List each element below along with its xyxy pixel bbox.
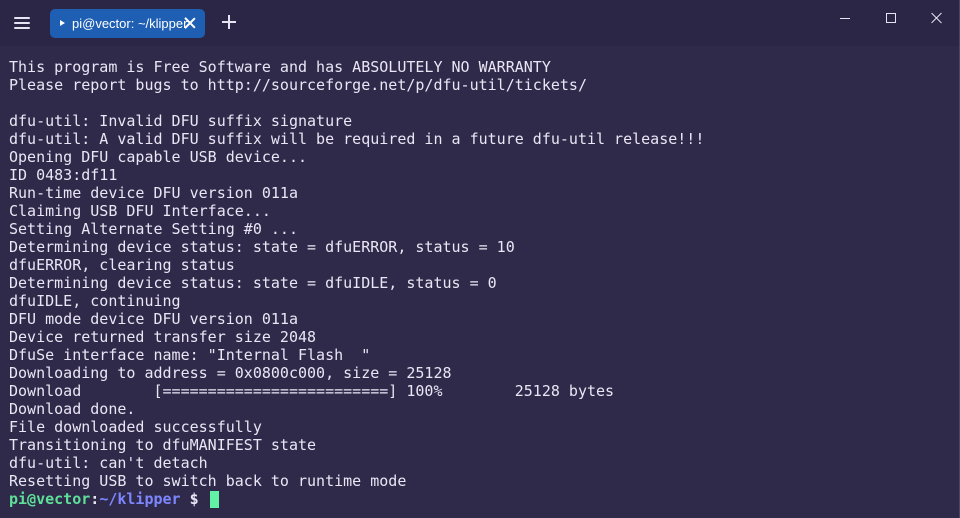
output-line: ID 0483:df11 xyxy=(9,166,118,184)
shell-prompt[interactable]: pi@vector:~/klipper $ xyxy=(9,490,949,508)
progress-line: Download [=========================] 100… xyxy=(9,382,615,400)
output-line: Resetting USB to switch back to runtime … xyxy=(9,472,407,490)
output-line: DFU mode device DFU version 011a xyxy=(9,310,298,328)
output-line: Downloading to address = 0x0800c000, siz… xyxy=(9,364,452,382)
output-line: Determining device status: state = dfuID… xyxy=(9,274,497,292)
prompt-separator: : xyxy=(90,490,100,508)
output-line: dfuIDLE, continuing xyxy=(9,292,181,310)
terminal-icon xyxy=(60,20,65,26)
prompt-user-host: pi@vector xyxy=(9,490,91,508)
output-line: dfu-util: A valid DFU suffix will be req… xyxy=(9,130,705,148)
output-line: Download done. xyxy=(9,400,136,418)
prompt-path: ~/klipper xyxy=(99,490,181,508)
output-line: dfuERROR, clearing status xyxy=(9,256,235,274)
output-line: Device returned transfer size 2048 xyxy=(9,328,317,346)
window-close-icon[interactable] xyxy=(914,0,959,36)
maximize-icon[interactable] xyxy=(868,0,914,36)
output-line: Setting Alternate Setting #0 ... xyxy=(9,220,298,238)
output-line: Run-time device DFU version 011a xyxy=(9,184,298,202)
minimize-icon[interactable] xyxy=(822,0,868,36)
terminal-window: pi@vector: ~/klipper This program is Fre… xyxy=(0,0,960,518)
new-tab-plus-icon[interactable] xyxy=(222,15,236,29)
tab-close-icon[interactable] xyxy=(183,16,197,30)
output-line: File downloaded successfully xyxy=(9,418,262,436)
output-line: Opening DFU capable USB device... xyxy=(9,148,308,166)
output-line: Claiming USB DFU Interface... xyxy=(9,202,271,220)
output-line: This program is Free Software and has AB… xyxy=(9,58,551,76)
output-line: Please report bugs to http://sourceforge… xyxy=(9,76,587,94)
tab-terminal[interactable]: pi@vector: ~/klipper xyxy=(50,9,205,38)
output-line: Transitioning to dfuMANIFEST state xyxy=(9,436,317,454)
title-bar: pi@vector: ~/klipper xyxy=(0,0,959,46)
output-line: dfu-util: Invalid DFU suffix signature xyxy=(9,112,353,130)
terminal-output[interactable]: This program is Free Software and has AB… xyxy=(9,58,949,510)
output-line: Determining device status: state = dfuER… xyxy=(9,238,515,256)
hamburger-menu-icon[interactable] xyxy=(12,16,32,30)
tab-title: pi@vector: ~/klipper xyxy=(72,16,188,31)
prompt-symbol: $ xyxy=(180,490,208,508)
text-cursor xyxy=(209,491,219,508)
output-line: dfu-util: can't detach xyxy=(9,454,208,472)
output-line: DfuSe interface name: "Internal Flash " xyxy=(9,346,371,364)
